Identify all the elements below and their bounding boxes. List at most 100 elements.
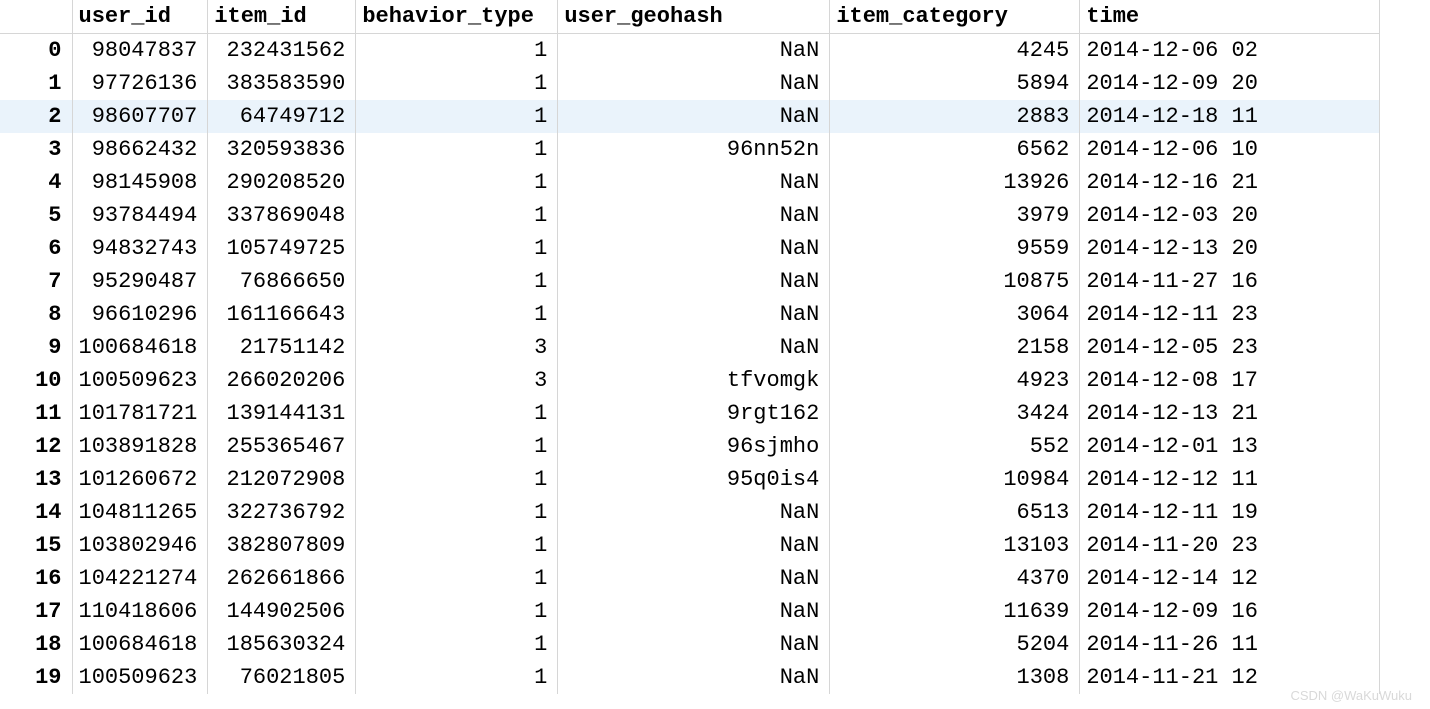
cell-user-id: 98662432 bbox=[72, 133, 208, 166]
cell-item-category: 3064 bbox=[830, 298, 1080, 331]
cell-behavior-type: 1 bbox=[356, 463, 558, 496]
cell-item-category: 6562 bbox=[830, 133, 1080, 166]
cell-user-id: 101260672 bbox=[72, 463, 208, 496]
cell-behavior-type: 1 bbox=[356, 298, 558, 331]
row-index: 16 bbox=[0, 562, 72, 595]
cell-user-geohash: 96nn52n bbox=[558, 133, 830, 166]
cell-user-geohash: 95q0is4 bbox=[558, 463, 830, 496]
table-row: 0980478372324315621NaN42452014-12-06 02 bbox=[0, 34, 1380, 68]
cell-behavior-type: 1 bbox=[356, 595, 558, 628]
cell-time: 2014-12-11 23 bbox=[1080, 298, 1380, 331]
cell-item-category: 13926 bbox=[830, 166, 1080, 199]
cell-user-geohash: NaN bbox=[558, 67, 830, 100]
cell-item-category: 4370 bbox=[830, 562, 1080, 595]
cell-item-id: 255365467 bbox=[208, 430, 356, 463]
cell-user-id: 103802946 bbox=[72, 529, 208, 562]
cell-behavior-type: 1 bbox=[356, 34, 558, 68]
cell-item-id: 337869048 bbox=[208, 199, 356, 232]
cell-user-id: 100509623 bbox=[72, 661, 208, 694]
row-index: 9 bbox=[0, 331, 72, 364]
cell-user-id: 100509623 bbox=[72, 364, 208, 397]
cell-user-id: 98047837 bbox=[72, 34, 208, 68]
col-header-user-id: user_id bbox=[72, 0, 208, 34]
cell-item-category: 3424 bbox=[830, 397, 1080, 430]
cell-time: 2014-12-09 20 bbox=[1080, 67, 1380, 100]
cell-time: 2014-12-18 11 bbox=[1080, 100, 1380, 133]
cell-item-category: 5204 bbox=[830, 628, 1080, 661]
cell-user-geohash: NaN bbox=[558, 661, 830, 694]
cell-time: 2014-12-11 19 bbox=[1080, 496, 1380, 529]
cell-item-id: 76021805 bbox=[208, 661, 356, 694]
table-row: 4981459082902085201NaN139262014-12-16 21 bbox=[0, 166, 1380, 199]
cell-item-id: 161166643 bbox=[208, 298, 356, 331]
cell-behavior-type: 1 bbox=[356, 199, 558, 232]
cell-item-category: 11639 bbox=[830, 595, 1080, 628]
cell-user-geohash: 96sjmho bbox=[558, 430, 830, 463]
cell-user-geohash: NaN bbox=[558, 100, 830, 133]
row-index: 10 bbox=[0, 364, 72, 397]
cell-user-geohash: NaN bbox=[558, 166, 830, 199]
cell-behavior-type: 1 bbox=[356, 133, 558, 166]
cell-item-id: 266020206 bbox=[208, 364, 356, 397]
cell-item-category: 4923 bbox=[830, 364, 1080, 397]
cell-time: 2014-12-06 02 bbox=[1080, 34, 1380, 68]
cell-item-id: 64749712 bbox=[208, 100, 356, 133]
cell-behavior-type: 1 bbox=[356, 430, 558, 463]
cell-user-geohash: NaN bbox=[558, 298, 830, 331]
table-row: 1977261363835835901NaN58942014-12-09 20 bbox=[0, 67, 1380, 100]
row-index: 14 bbox=[0, 496, 72, 529]
cell-user-id: 97726136 bbox=[72, 67, 208, 100]
cell-time: 2014-11-26 11 bbox=[1080, 628, 1380, 661]
cell-behavior-type: 1 bbox=[356, 67, 558, 100]
cell-user-geohash: NaN bbox=[558, 628, 830, 661]
table-row: 5937844943378690481NaN39792014-12-03 20 bbox=[0, 199, 1380, 232]
cell-item-id: 21751142 bbox=[208, 331, 356, 364]
cell-time: 2014-11-20 23 bbox=[1080, 529, 1380, 562]
cell-item-category: 10875 bbox=[830, 265, 1080, 298]
cell-time: 2014-11-27 16 bbox=[1080, 265, 1380, 298]
table-row: 1110178172113914413119rgt16234242014-12-… bbox=[0, 397, 1380, 430]
cell-behavior-type: 1 bbox=[356, 661, 558, 694]
cell-behavior-type: 1 bbox=[356, 100, 558, 133]
cell-behavior-type: 1 bbox=[356, 529, 558, 562]
row-index: 6 bbox=[0, 232, 72, 265]
cell-time: 2014-12-08 17 bbox=[1080, 364, 1380, 397]
cell-item-category: 6513 bbox=[830, 496, 1080, 529]
cell-time: 2014-12-01 13 bbox=[1080, 430, 1380, 463]
watermark-text: CSDN @WaKuWuku bbox=[1290, 688, 1412, 703]
cell-user-id: 93784494 bbox=[72, 199, 208, 232]
cell-user-id: 110418606 bbox=[72, 595, 208, 628]
cell-item-id: 382807809 bbox=[208, 529, 356, 562]
cell-item-category: 10984 bbox=[830, 463, 1080, 496]
cell-item-id: 383583590 bbox=[208, 67, 356, 100]
table-row: 19100509623760218051NaN13082014-11-21 12 bbox=[0, 661, 1380, 694]
dataframe-table: user_id item_id behavior_type user_geoha… bbox=[0, 0, 1380, 694]
table-row: 9100684618217511423NaN21582014-12-05 23 bbox=[0, 331, 1380, 364]
header-row: user_id item_id behavior_type user_geoha… bbox=[0, 0, 1380, 34]
cell-item-id: 139144131 bbox=[208, 397, 356, 430]
cell-behavior-type: 1 bbox=[356, 232, 558, 265]
cell-behavior-type: 3 bbox=[356, 364, 558, 397]
cell-user-geohash: NaN bbox=[558, 265, 830, 298]
cell-behavior-type: 3 bbox=[356, 331, 558, 364]
cell-item-category: 5894 bbox=[830, 67, 1080, 100]
cell-time: 2014-12-16 21 bbox=[1080, 166, 1380, 199]
cell-item-id: 232431562 bbox=[208, 34, 356, 68]
cell-item-id: 105749725 bbox=[208, 232, 356, 265]
cell-behavior-type: 1 bbox=[356, 265, 558, 298]
cell-time: 2014-12-09 16 bbox=[1080, 595, 1380, 628]
table-row: 151038029463828078091NaN131032014-11-20 … bbox=[0, 529, 1380, 562]
table-body: 0980478372324315621NaN42452014-12-06 021… bbox=[0, 34, 1380, 695]
cell-user-id: 101781721 bbox=[72, 397, 208, 430]
row-index: 8 bbox=[0, 298, 72, 331]
cell-item-category: 2158 bbox=[830, 331, 1080, 364]
cell-item-id: 262661866 bbox=[208, 562, 356, 595]
cell-user-geohash: NaN bbox=[558, 562, 830, 595]
col-header-item-id: item_id bbox=[208, 0, 356, 34]
row-index: 18 bbox=[0, 628, 72, 661]
cell-time: 2014-12-14 12 bbox=[1080, 562, 1380, 595]
cell-user-id: 103891828 bbox=[72, 430, 208, 463]
cell-behavior-type: 1 bbox=[356, 397, 558, 430]
cell-time: 2014-12-06 10 bbox=[1080, 133, 1380, 166]
table-row: 181006846181856303241NaN52042014-11-26 1… bbox=[0, 628, 1380, 661]
